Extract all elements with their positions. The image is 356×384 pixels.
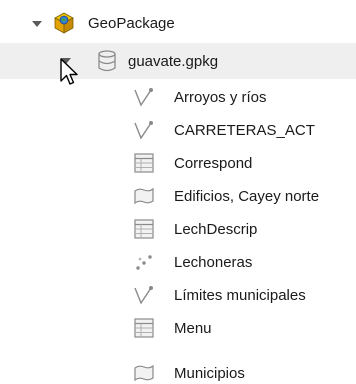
line-layer-icon xyxy=(133,119,155,141)
layer-label: Menu xyxy=(174,320,212,337)
table-icon xyxy=(133,152,155,174)
layer-label: Límites municipales xyxy=(174,287,306,304)
expand-arrow-icon[interactable] xyxy=(30,17,44,31)
polygon-layer-icon xyxy=(133,185,155,207)
layer-label: Arroyos y ríos xyxy=(174,89,267,106)
geopackage-icon xyxy=(53,12,75,34)
line-layer-icon xyxy=(133,86,155,108)
layer-label: Municipios xyxy=(174,365,245,382)
tree-root-label: GeoPackage xyxy=(88,15,175,32)
database-icon xyxy=(96,50,118,72)
layer-label: Edificios, Cayey norte xyxy=(174,188,320,205)
layer-label: CARRETERAS_ACT xyxy=(174,122,315,139)
file-label: guavate.gpkg xyxy=(128,53,219,70)
line-layer-icon xyxy=(133,284,155,306)
mouse-cursor-icon xyxy=(59,57,81,87)
point-layer-icon xyxy=(133,251,155,273)
table-icon xyxy=(133,218,155,240)
polygon-layer-icon xyxy=(133,362,155,384)
table-icon xyxy=(133,317,155,339)
layer-label: Correspond xyxy=(174,155,253,172)
layer-label: LechDescrip xyxy=(174,221,258,238)
layer-label: Lechoneras xyxy=(174,254,253,271)
